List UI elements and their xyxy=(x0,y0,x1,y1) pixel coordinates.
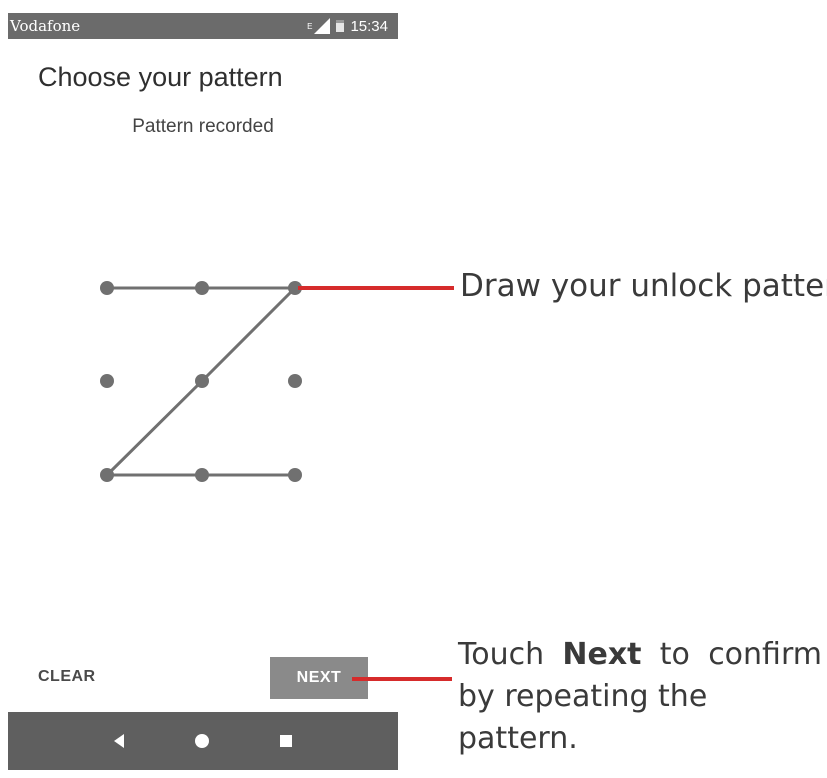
pattern-dot-9[interactable] xyxy=(288,468,302,482)
callout-text-to: to xyxy=(659,637,690,672)
callout-text-next: Next xyxy=(562,637,642,672)
home-icon[interactable] xyxy=(194,734,209,748)
pattern-grid[interactable] xyxy=(8,0,398,520)
pattern-dot-5[interactable] xyxy=(195,374,209,388)
pattern-dot-2[interactable] xyxy=(195,281,209,295)
callout-touch-next: Touch Next to confirm by repeating the p… xyxy=(458,634,822,760)
callout-text-confirm: confirm xyxy=(708,637,822,672)
clear-button[interactable]: CLEAR xyxy=(38,668,96,686)
navigation-bar xyxy=(8,712,398,770)
callout-text-line2: by repeating the pattern. xyxy=(458,679,708,756)
callout-text-touch: Touch xyxy=(458,637,545,672)
phone-screen: Vodafone E 15:34 Choose your pattern Pat… xyxy=(8,0,398,778)
pattern-dot-7[interactable] xyxy=(100,468,114,482)
recents-icon[interactable] xyxy=(280,735,293,747)
callout-line-pattern xyxy=(298,286,454,290)
pattern-dot-4[interactable] xyxy=(100,374,114,388)
callout-draw-pattern: Draw your unlock pattern xyxy=(460,268,827,304)
pattern-dot-6[interactable] xyxy=(288,374,302,388)
pattern-dot-1[interactable] xyxy=(100,281,114,295)
pattern-dot-8[interactable] xyxy=(195,468,209,482)
back-icon[interactable] xyxy=(113,734,124,748)
callout-line-next xyxy=(352,677,452,681)
